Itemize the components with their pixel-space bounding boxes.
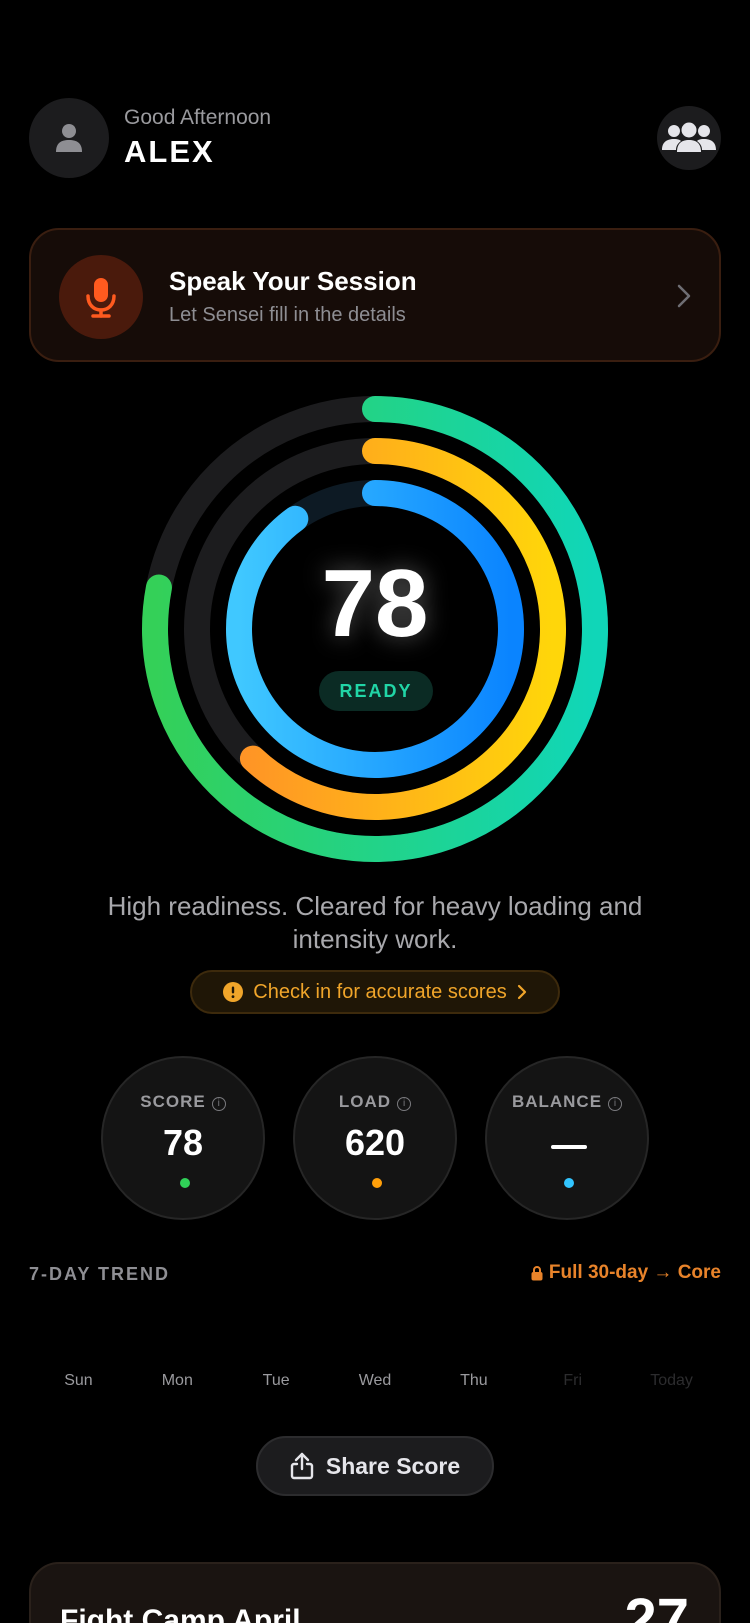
status-dot	[564, 1178, 574, 1188]
stat-label: BALANCE i	[487, 1092, 647, 1112]
chevron-right-icon	[677, 284, 691, 308]
speak-session-title: Speak Your Session	[169, 266, 417, 296]
trend-title: 7-DAY TREND	[29, 1264, 171, 1284]
avatar[interactable]	[29, 98, 109, 178]
warning-icon	[223, 982, 244, 1002]
team-button[interactable]	[657, 106, 721, 170]
trend-days: Sun Mon Tue Wed Thu Fri Today	[29, 1372, 721, 1390]
share-score-button[interactable]: Share Score	[256, 1436, 494, 1496]
info-icon[interactable]: i	[397, 1097, 412, 1111]
microphone-icon	[86, 278, 116, 318]
status-dot	[372, 1178, 382, 1188]
stat-balance[interactable]: BALANCE i	[485, 1056, 649, 1220]
readiness-rings: 78 READY	[142, 396, 608, 862]
checkin-label: Check in for accurate scores	[253, 980, 507, 1003]
share-icon	[290, 1452, 314, 1480]
day-label: Tue	[262, 1372, 290, 1389]
share-label: Share Score	[325, 1452, 461, 1479]
greeting-text: Good Afternoon	[124, 106, 272, 129]
header: Good Afternoon ALEX	[29, 98, 721, 178]
lock-icon	[531, 1265, 543, 1280]
username: ALEX	[124, 134, 215, 169]
day-label: Today	[650, 1372, 693, 1389]
readiness-description: High readiness. Cleared for heavy loadin…	[107, 891, 643, 954]
stat-value: 620	[344, 1122, 406, 1163]
empty-value-dash	[551, 1145, 587, 1149]
status-dot	[180, 1178, 190, 1188]
camp-card[interactable]: Fight Camp April 27	[29, 1562, 721, 1623]
checkin-button[interactable]: Check in for accurate scores	[190, 970, 560, 1014]
day-label: Mon	[161, 1372, 193, 1389]
info-icon[interactable]: i	[211, 1097, 226, 1111]
group-icon	[662, 122, 716, 152]
stat-load[interactable]: LOAD i 620	[293, 1056, 457, 1220]
stat-label: SCORE i	[103, 1092, 263, 1112]
speak-session-card[interactable]: Speak Your Session Let Sensei fill in th…	[29, 228, 721, 362]
camp-days-count: 27	[624, 1587, 689, 1623]
speak-session-subtitle: Let Sensei fill in the details	[169, 304, 406, 326]
person-icon	[56, 124, 82, 152]
upgrade-label: Full 30-day → Core	[548, 1262, 721, 1283]
chevron-right-icon	[517, 984, 526, 1000]
day-label: Thu	[460, 1372, 488, 1389]
day-label: Fri	[563, 1372, 583, 1389]
stat-label: LOAD i	[295, 1092, 455, 1112]
camp-title: Fight Camp April	[60, 1604, 301, 1623]
stat-score[interactable]: SCORE i 78	[101, 1056, 265, 1220]
mic-button[interactable]	[59, 255, 143, 339]
day-label: Wed	[358, 1372, 392, 1389]
info-icon[interactable]: i	[608, 1097, 623, 1111]
stat-value: 78	[162, 1122, 204, 1163]
upgrade-link[interactable]: Full 30-day → Core	[531, 1262, 721, 1284]
day-label: Sun	[64, 1372, 93, 1389]
readiness-score: 78	[321, 550, 429, 657]
status-badge: READY	[319, 671, 433, 711]
